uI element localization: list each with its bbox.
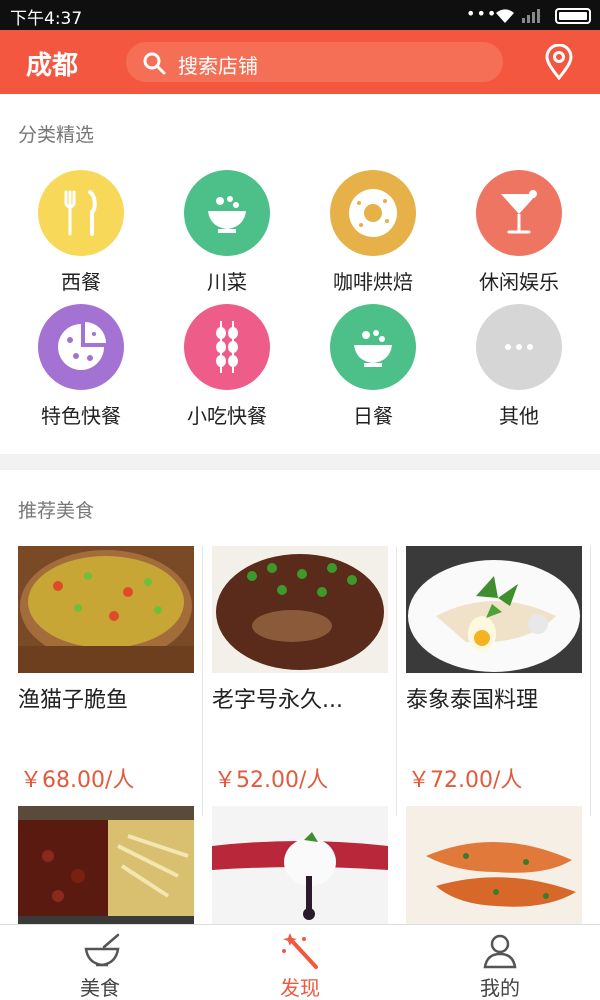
restaurant-price: ￥52.00/人 <box>214 768 329 793</box>
donut-icon <box>330 170 416 256</box>
restaurant-photo <box>18 546 194 673</box>
category-sichuan[interactable]: 川菜 <box>154 170 300 295</box>
divider <box>202 546 203 816</box>
category-label: 小吃快餐 <box>187 404 267 428</box>
status-dots: ••• <box>466 4 498 23</box>
city-selector[interactable]: 成都 <box>26 45 78 82</box>
tab-discover[interactable]: 发现 <box>240 925 360 1000</box>
restaurant-name: 老字号永久... <box>212 688 343 713</box>
restaurant-photo <box>406 806 582 933</box>
tab-label: 我的 <box>480 976 520 1000</box>
restaurant-card[interactable] <box>406 806 582 933</box>
divider <box>590 546 591 816</box>
tab-mine[interactable]: 我的 <box>440 925 560 1000</box>
top-header: 成都 搜索店铺 <box>0 30 600 94</box>
search-icon <box>142 51 166 79</box>
divider <box>396 546 397 816</box>
category-label: 特色快餐 <box>41 404 121 428</box>
magic-wand-icon <box>282 933 322 975</box>
tab-label: 发现 <box>280 976 320 1000</box>
restaurant-name: 渔猫子脆鱼 <box>18 688 129 713</box>
wifi-icon <box>494 6 516 28</box>
restaurant-card[interactable] <box>212 806 388 933</box>
category-label: 西餐 <box>61 270 101 294</box>
restaurant-card[interactable]: 泰象泰国料理 ￥72.00/人 <box>406 546 582 793</box>
status-bar: 下午4:37 ••• <box>0 0 600 30</box>
battery-icon <box>555 8 591 24</box>
section-title-categories: 分类精选 <box>18 124 95 146</box>
category-label: 其他 <box>499 404 539 428</box>
restaurant-name: 泰象泰国料理 <box>406 688 539 713</box>
bowl-icon <box>330 304 416 390</box>
pizza-icon <box>38 304 124 390</box>
category-label: 咖啡烘焙 <box>333 270 413 294</box>
category-label: 川菜 <box>207 270 247 294</box>
category-other[interactable]: 其他 <box>446 304 592 429</box>
restaurant-photo <box>212 546 388 673</box>
restaurant-card[interactable]: 渔猫子脆鱼 ￥68.00/人 <box>18 546 194 793</box>
cocktail-icon <box>476 170 562 256</box>
search-bar[interactable]: 搜索店铺 <box>126 42 503 82</box>
restaurant-card[interactable]: 老字号永久... ￥52.00/人 <box>212 546 388 793</box>
category-japanese[interactable]: 日餐 <box>300 304 446 429</box>
section-title-recommended: 推荐美食 <box>18 500 95 522</box>
category-section: 分类精选 西餐 川菜 咖啡烘焙 休闲娱乐 特色快餐 小吃快餐 日餐 其他 <box>0 94 600 454</box>
recommended-section: 推荐美食 渔猫子脆鱼 ￥68.00/人 老字号永久... ￥52.00/人 泰象… <box>0 470 600 933</box>
skewer-icon <box>184 304 270 390</box>
restaurant-photo <box>18 806 194 933</box>
category-western[interactable]: 西餐 <box>8 170 154 295</box>
person-icon <box>482 933 518 973</box>
tab-label: 美食 <box>80 976 120 1000</box>
search-placeholder: 搜索店铺 <box>178 54 258 78</box>
bottom-navigation: 美食 发现 我的 <box>0 924 600 1000</box>
category-coffee-bakery[interactable]: 咖啡烘焙 <box>300 170 446 295</box>
category-label: 日餐 <box>353 404 393 428</box>
restaurant-photo <box>212 806 388 933</box>
category-leisure[interactable]: 休闲娱乐 <box>446 170 592 295</box>
more-icon <box>476 304 562 390</box>
location-pin-icon[interactable] <box>543 43 575 84</box>
restaurant-price: ￥72.00/人 <box>408 768 523 793</box>
tab-food[interactable]: 美食 <box>40 925 160 1000</box>
bowl-icon <box>184 170 270 256</box>
category-specialty-fast-food[interactable]: 特色快餐 <box>8 304 154 429</box>
status-time: 下午4:37 <box>10 9 83 29</box>
restaurant-card[interactable] <box>18 806 194 933</box>
fork-knife-icon <box>38 170 124 256</box>
bowl-icon <box>82 933 122 973</box>
restaurant-photo <box>406 546 582 673</box>
category-snacks[interactable]: 小吃快餐 <box>154 304 300 429</box>
restaurant-price: ￥68.00/人 <box>20 768 135 793</box>
category-label: 休闲娱乐 <box>479 270 559 294</box>
signal-icon <box>522 7 546 27</box>
